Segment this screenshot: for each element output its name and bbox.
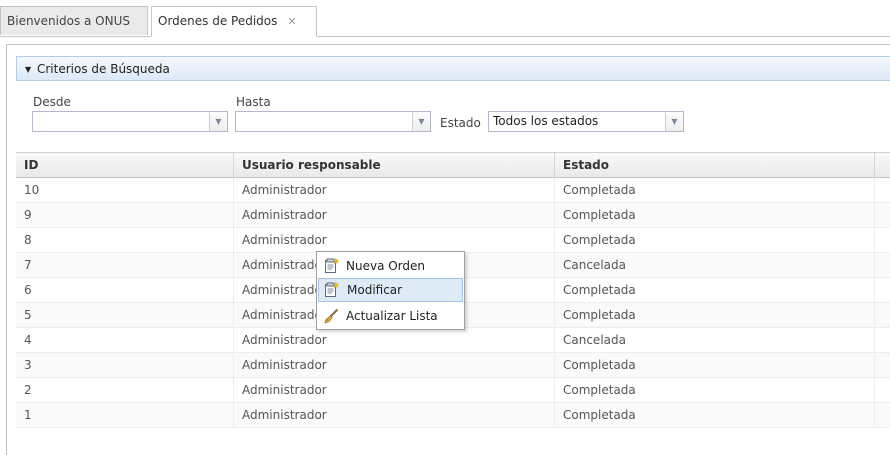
menu-item-actualizar-lista[interactable]: Actualizar Lista (318, 304, 463, 328)
cell-estado: Completada (555, 353, 875, 377)
cell-filler (875, 178, 890, 202)
search-criteria-header[interactable]: ▼ Criterios de Búsqueda (16, 56, 890, 81)
tab-bienvenidos[interactable]: Bienvenidos a ONUS (0, 6, 148, 35)
cell-user: Administrador (234, 353, 555, 377)
cell-filler (875, 228, 890, 252)
menu-item-modificar[interactable]: Modificar (318, 278, 463, 302)
menu-item-label: Modificar (347, 283, 403, 297)
cell-estado: Completada (555, 378, 875, 402)
tab-ordenes-de-pedidos[interactable]: Ordenes de Pedidos ✕ (151, 6, 317, 37)
cell-filler (875, 353, 890, 377)
cell-id: 9 (16, 203, 234, 227)
estado-label: Estado (440, 116, 481, 130)
cell-estado: Completada (555, 203, 875, 227)
table-row[interactable]: 4 Administrador Cancelada (16, 328, 890, 353)
cell-id: 1 (16, 403, 234, 427)
cell-user: Administrador (234, 203, 555, 227)
collapse-triangle-icon[interactable]: ▼ (25, 65, 31, 74)
cell-filler (875, 203, 890, 227)
cell-estado: Completada (555, 228, 875, 252)
estado-value: Todos los estados (493, 114, 599, 128)
cell-user: Administrador (234, 378, 555, 402)
cell-id: 10 (16, 178, 234, 202)
cell-id: 2 (16, 378, 234, 402)
cell-user: Administrador (234, 228, 555, 252)
column-header-estado[interactable]: Estado (555, 153, 875, 178)
menu-item-label: Actualizar Lista (346, 309, 438, 323)
estado-select[interactable]: Todos los estados ▼ (488, 111, 684, 132)
cell-filler (875, 403, 890, 427)
menu-item-label: Nueva Orden (346, 259, 426, 273)
cell-id: 8 (16, 228, 234, 252)
cell-estado: Cancelada (555, 328, 875, 352)
grid-header: ID Usuario responsable Estado (16, 152, 890, 178)
cell-filler (875, 378, 890, 402)
cell-filler (875, 303, 890, 327)
cell-id: 3 (16, 353, 234, 377)
cell-estado: Completada (555, 178, 875, 202)
cell-filler (875, 328, 890, 352)
context-menu: Nueva Orden Modificar Actualizar Lista (316, 251, 465, 330)
tab-label: Bienvenidos a ONUS (7, 14, 130, 28)
menu-item-nueva-orden[interactable]: Nueva Orden (318, 254, 463, 278)
cell-filler (875, 253, 890, 277)
new-document-icon (325, 258, 339, 273)
hasta-date-field[interactable]: ▼ (235, 111, 431, 132)
table-row[interactable]: 3 Administrador Completada (16, 353, 890, 378)
refresh-brush-icon (324, 308, 339, 324)
hasta-label: Hasta (236, 95, 271, 109)
table-row[interactable]: 1 Administrador Completada (16, 403, 890, 428)
cell-estado: Completada (555, 403, 875, 427)
search-criteria-title: Criterios de Búsqueda (36, 62, 170, 76)
desde-label: Desde (33, 95, 71, 109)
tab-bar: Bienvenidos a ONUS Ordenes de Pedidos ✕ (0, 0, 890, 37)
cell-user: Administrador (234, 403, 555, 427)
table-row[interactable]: 2 Administrador Completada (16, 378, 890, 403)
close-icon[interactable]: ✕ (287, 15, 296, 28)
cell-estado: Completada (555, 278, 875, 302)
cell-id: 6 (16, 278, 234, 302)
cell-estado: Cancelada (555, 253, 875, 277)
cell-id: 4 (16, 328, 234, 352)
chevron-down-icon[interactable]: ▼ (665, 112, 683, 131)
cell-estado: Completada (555, 303, 875, 327)
column-header-usuario[interactable]: Usuario responsable (234, 153, 555, 178)
cell-user: Administrador (234, 178, 555, 202)
desde-date-field[interactable]: ▼ (32, 111, 228, 132)
cell-user: Administrador (234, 328, 555, 352)
cell-id: 7 (16, 253, 234, 277)
edit-document-icon (325, 282, 339, 297)
chevron-down-icon[interactable]: ▼ (209, 112, 227, 131)
table-row[interactable]: 8 Administrador Completada (16, 228, 890, 253)
cell-filler (875, 278, 890, 302)
chevron-down-icon[interactable]: ▼ (412, 112, 430, 131)
table-row[interactable]: 10 Administrador Completada (16, 178, 890, 203)
cell-id: 5 (16, 303, 234, 327)
column-header-id[interactable]: ID (16, 153, 234, 178)
table-row[interactable]: 9 Administrador Completada (16, 203, 890, 228)
tab-label: Ordenes de Pedidos (158, 14, 278, 28)
